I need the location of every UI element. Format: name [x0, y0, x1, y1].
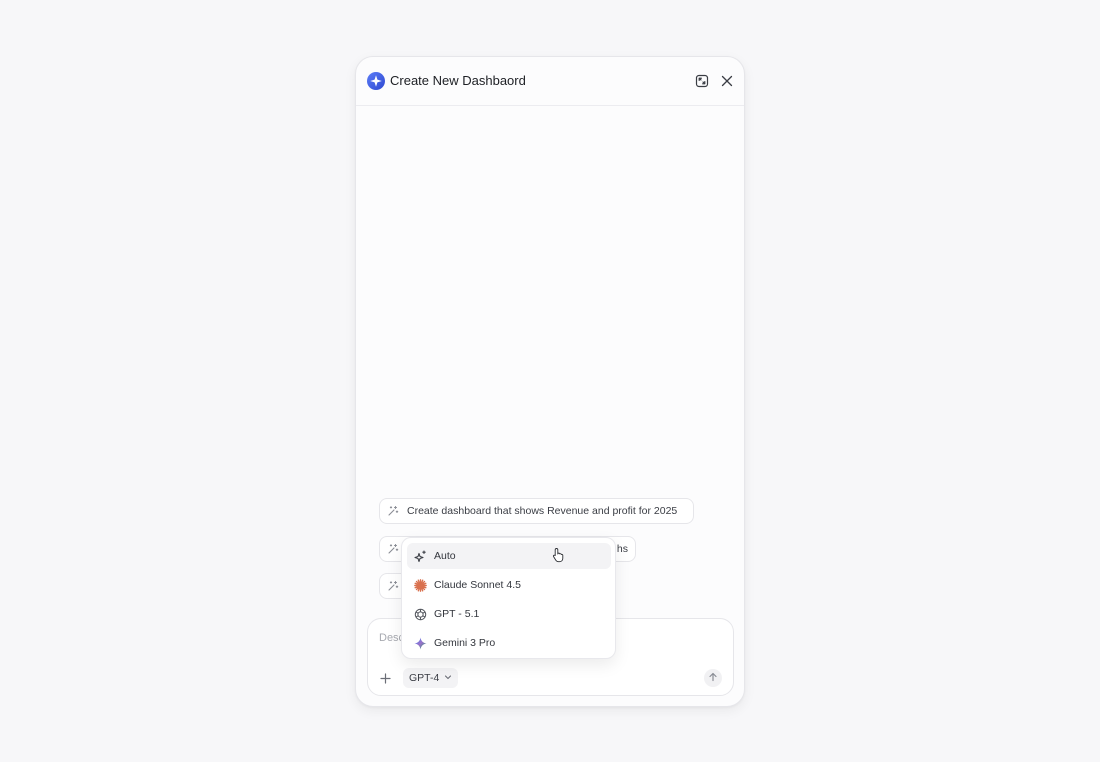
model-selector-button[interactable]: GPT-4 [403, 668, 459, 688]
arrow-up-icon [708, 669, 718, 687]
close-icon[interactable] [718, 72, 736, 90]
model-option-label: Gemini 3 Pro [434, 637, 496, 649]
panel-header: Create New Dashbaord [356, 57, 744, 106]
plus-icon[interactable] [376, 669, 394, 687]
model-option-label: Claude Sonnet 4.5 [434, 579, 521, 591]
model-option-label: GPT - 5.1 [434, 608, 480, 620]
model-option-gpt[interactable]: GPT - 5.1 [407, 601, 611, 627]
suggestion-label: hs [616, 543, 628, 555]
model-selector-label: GPT-4 [409, 672, 440, 684]
claude-icon [414, 578, 427, 592]
magic-wand-icon [387, 505, 399, 517]
chevron-down-icon [444, 672, 452, 684]
suggestion-label: Create dashboard that shows Revenue and … [407, 505, 678, 517]
model-option-label: Auto [434, 550, 456, 562]
suggestion-chip-revenue[interactable]: Create dashboard that shows Revenue and … [379, 498, 694, 524]
model-option-auto[interactable]: Auto [407, 543, 611, 569]
expand-icon[interactable] [693, 72, 711, 90]
model-dropdown-menu: Auto Claude Sonnet 4.5 GPT - 5.1 Gemini … [401, 537, 616, 659]
model-option-claude[interactable]: Claude Sonnet 4.5 [407, 572, 611, 598]
sparkles-icon [414, 549, 427, 563]
panel-title: Create New Dashbaord [390, 73, 526, 88]
sparkle-logo-icon [367, 72, 385, 90]
magic-wand-icon [387, 580, 399, 592]
openai-icon [414, 608, 427, 621]
send-button[interactable] [704, 669, 722, 687]
magic-wand-icon [387, 543, 399, 555]
gemini-icon [414, 637, 427, 650]
hand-cursor-icon [552, 547, 566, 563]
model-option-gemini[interactable]: Gemini 3 Pro [407, 630, 611, 656]
